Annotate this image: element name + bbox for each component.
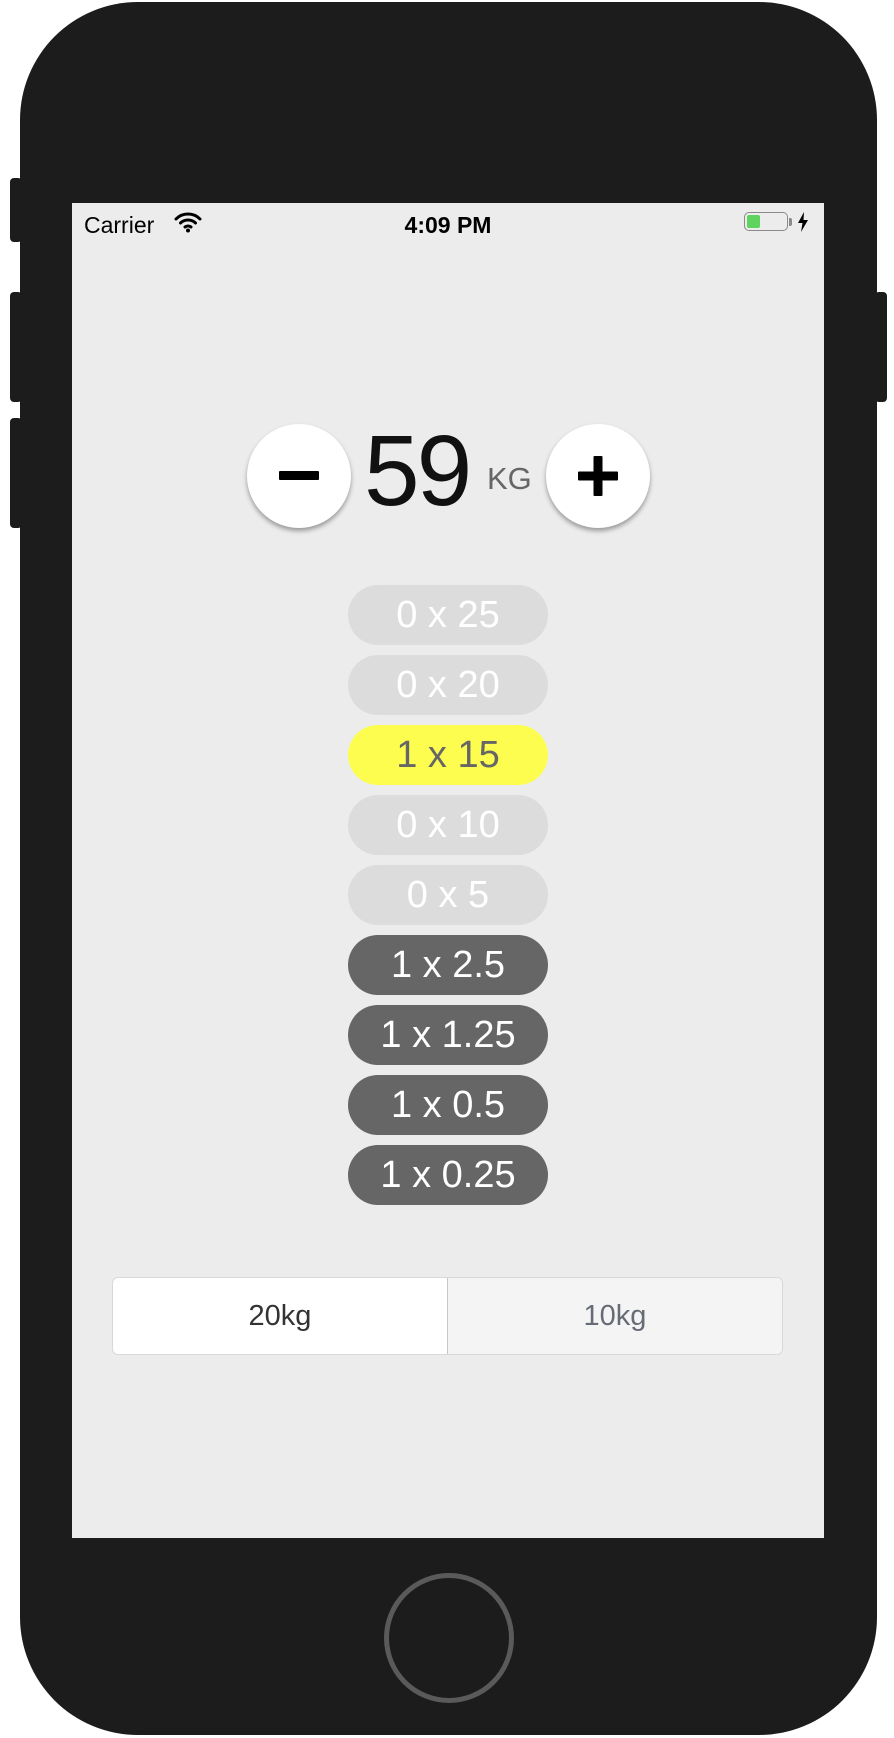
segment-10kg[interactable]: 10kg — [447, 1278, 782, 1354]
plus-icon — [578, 456, 618, 496]
plate-2-5[interactable]: 1 x 2.5 — [348, 935, 548, 995]
decrease-weight-button[interactable] — [247, 424, 351, 528]
plate-0-25[interactable]: 1 x 0.25 — [348, 1145, 548, 1205]
plate-10[interactable]: 0 x 10 — [348, 795, 548, 855]
plate-5[interactable]: 0 x 5 — [348, 865, 548, 925]
minus-icon — [279, 471, 319, 480]
bar-weight-selector: 20kg 10kg — [112, 1277, 783, 1355]
plate-1-25[interactable]: 1 x 1.25 — [348, 1005, 548, 1065]
power-button — [875, 292, 887, 402]
battery-icon — [744, 212, 788, 231]
mute-switch — [10, 178, 22, 242]
volume-up-button — [10, 292, 22, 402]
weight-value: 59 — [364, 415, 472, 527]
increase-weight-button[interactable] — [546, 424, 650, 528]
battery-cap — [789, 218, 792, 226]
status-time: 4:09 PM — [404, 212, 492, 238]
battery-level-fill — [747, 215, 760, 228]
plate-25[interactable]: 0 x 25 — [348, 585, 548, 645]
volume-down-button — [10, 418, 22, 528]
home-button[interactable] — [384, 1573, 514, 1703]
charging-bolt-icon — [798, 212, 808, 232]
plate-15[interactable]: 1 x 15 — [348, 725, 548, 785]
status-bar: Carrier 4:09 PM — [72, 203, 824, 243]
app-screen: Carrier 4:09 PM 59 KG 0 x 25 0 x 20 1 x … — [72, 203, 824, 1538]
segment-20kg[interactable]: 20kg — [113, 1278, 447, 1354]
plate-0-5[interactable]: 1 x 0.5 — [348, 1075, 548, 1135]
weight-unit: KG — [487, 461, 532, 496]
plate-20[interactable]: 0 x 20 — [348, 655, 548, 715]
